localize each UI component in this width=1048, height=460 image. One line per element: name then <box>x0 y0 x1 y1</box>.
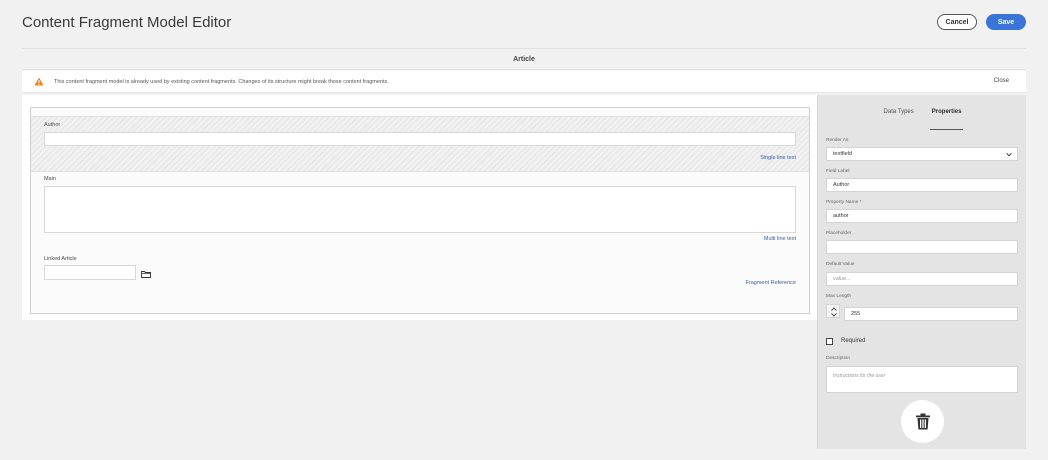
description-textarea[interactable]: Instructions for the user <box>826 366 1018 393</box>
placeholder-input[interactable] <box>826 240 1018 254</box>
property-name-value: author <box>833 213 849 219</box>
field-label-value: Author <box>833 182 850 188</box>
tab-properties[interactable]: Properties <box>929 109 964 130</box>
cancel-button[interactable]: Cancel <box>937 14 977 30</box>
max-length-label: Max Length <box>826 294 852 299</box>
field-linked-article-label: Linked Article <box>44 256 77 262</box>
render-as-label: Render As <box>826 138 849 143</box>
required-label: Required <box>841 338 866 344</box>
field-linked-article-type: Fragment Reference <box>745 280 796 286</box>
tab-data-types[interactable]: Data Types <box>882 109 916 125</box>
property-name-label: Property Name * <box>826 200 862 205</box>
trash-icon <box>915 413 930 430</box>
max-length-input[interactable]: 255 <box>844 307 1018 321</box>
field-label-input[interactable]: Author <box>826 178 1018 192</box>
field-main-label: Main <box>44 176 56 182</box>
field-linked-article-input[interactable] <box>44 265 136 280</box>
description-placeholder: Instructions for the user <box>833 373 886 379</box>
field-label-label: Field Label <box>826 169 850 174</box>
warning-alert: This content fragment model is already u… <box>22 71 1026 93</box>
delete-field-button[interactable] <box>901 400 944 443</box>
field-main-input[interactable] <box>44 186 796 233</box>
alert-close-button[interactable]: Close <box>994 78 1009 84</box>
page-title: Content Fragment Model Editor <box>22 13 232 31</box>
properties-panel: Data Types Properties Render As textfiel… <box>817 95 1026 449</box>
render-as-select[interactable]: textfield <box>826 147 1018 161</box>
warning-icon <box>34 77 44 86</box>
field-main-type: Multi line text <box>763 236 796 242</box>
field-author-input[interactable] <box>44 132 796 146</box>
model-canvas: Author Single line text Main Multi line … <box>22 95 817 320</box>
max-length-stepper[interactable] <box>826 304 840 318</box>
alert-message: This content fragment model is already u… <box>54 78 389 85</box>
render-as-value: textfield <box>833 151 852 157</box>
model-title: Article <box>22 48 1026 70</box>
description-label: Description <box>826 356 850 361</box>
chevron-down-icon <box>1006 152 1012 157</box>
stepper-arrows-icon <box>831 307 837 317</box>
save-button[interactable]: Save <box>986 14 1026 30</box>
app-header: Content Fragment Model Editor Cancel Sav… <box>0 0 1048 44</box>
required-checkbox[interactable] <box>826 338 833 345</box>
property-name-input[interactable]: author <box>826 209 1018 223</box>
field-author-label: Author <box>44 122 61 128</box>
max-length-value: 255 <box>851 311 861 317</box>
fields-container: Author Single line text Main Multi line … <box>30 107 810 314</box>
panel-tabs: Data Types Properties <box>818 109 1027 130</box>
default-value-input[interactable]: value... <box>826 272 1018 286</box>
default-value-label: Default Value <box>826 262 855 267</box>
header-actions: Cancel Save <box>937 14 1026 30</box>
field-author-type: Single line text <box>760 155 796 161</box>
folder-icon[interactable] <box>141 270 151 278</box>
field-author[interactable]: Author Single line text <box>31 116 809 172</box>
placeholder-label: Placeholder <box>826 231 852 236</box>
default-value-placeholder: value... <box>833 276 851 282</box>
